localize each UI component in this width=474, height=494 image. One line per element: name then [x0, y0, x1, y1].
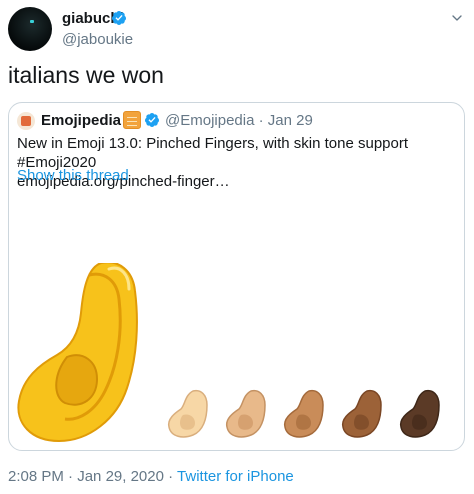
quoted-date[interactable]: Jan 29 — [268, 112, 313, 129]
author-avatar[interactable] — [8, 7, 52, 51]
meta-separator: · — [258, 112, 264, 129]
show-thread-link[interactable]: Show this thread — [17, 167, 129, 185]
notepad-emoji-icon — [123, 111, 141, 129]
quoted-display-name[interactable]: Emojipedia — [41, 112, 121, 130]
footer-separator: · — [68, 468, 74, 485]
pinched-fingers-media[interactable] — [9, 263, 465, 451]
tweet-header: giabuchi @jaboukie — [8, 7, 468, 51]
tweet-time[interactable]: 2:08 PM — [8, 468, 64, 485]
quoted-avatar[interactable] — [17, 112, 35, 130]
pinched-fingers-tone-2-icon — [225, 389, 266, 438]
tweet-source-link[interactable]: Twitter for iPhone — [177, 468, 294, 485]
quoted-handle[interactable]: @Emojipedia — [165, 112, 254, 129]
quoted-meta: @Emojipedia · Jan 29 — [165, 112, 313, 130]
tweet-footer: 2:08 PM · Jan 29, 2020 · Twitter for iPh… — [8, 468, 294, 486]
emojipedia-logo-icon — [21, 116, 31, 126]
pinched-fingers-tone-4-icon — [341, 389, 382, 438]
pinched-fingers-tone-1-icon — [167, 389, 208, 438]
tweet-text: italians we won — [8, 62, 164, 88]
chevron-down-icon[interactable] — [449, 10, 465, 26]
author-handle[interactable]: @jaboukie — [62, 31, 133, 49]
tweet-date[interactable]: Jan 29, 2020 — [77, 468, 164, 485]
pinched-fingers-tone-5-icon — [399, 389, 440, 438]
quoted-tweet-card[interactable]: Emojipedia @Emojipedia · Jan 29 New in E… — [8, 102, 465, 451]
pinched-fingers-tone-3-icon — [283, 389, 324, 438]
verified-badge-icon — [111, 11, 126, 25]
verified-badge-icon — [144, 113, 159, 127]
pinched-fingers-large-icon — [17, 263, 138, 443]
footer-separator: · — [168, 468, 174, 485]
avatar-star-icon — [30, 20, 34, 23]
